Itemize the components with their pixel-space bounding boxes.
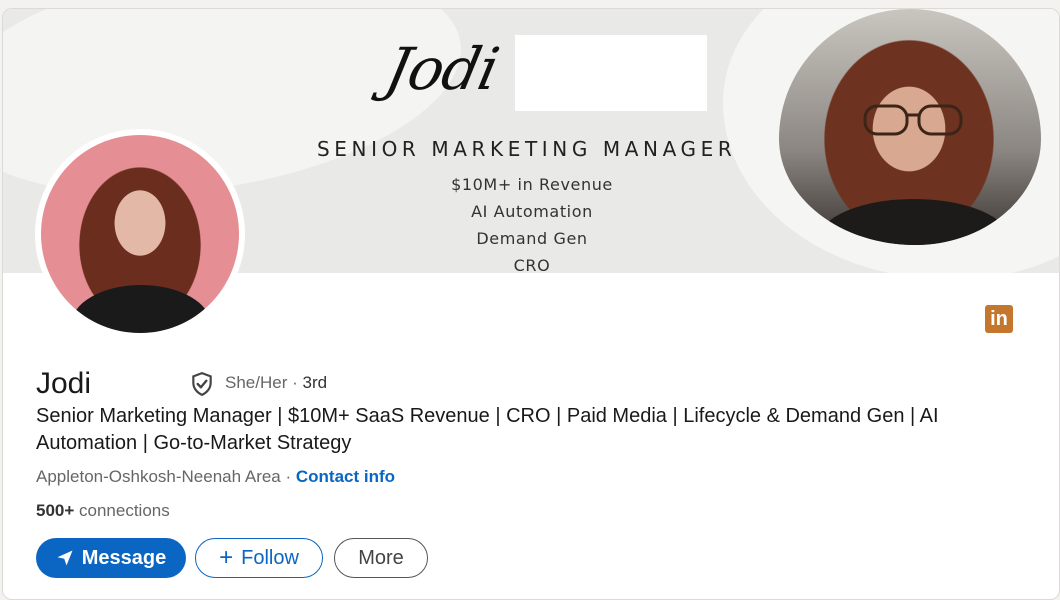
message-button[interactable]: Message [36, 538, 186, 578]
banner-line: AI Automation [471, 202, 593, 221]
message-label: Message [81, 546, 167, 569]
banner-signature: Jodi [379, 35, 505, 103]
pronouns: She/Her [225, 373, 288, 392]
send-icon [56, 549, 74, 567]
shirt-shape [71, 285, 211, 333]
linkedin-icon[interactable]: in [985, 305, 1013, 333]
connections-label: connections [74, 501, 170, 520]
more-label: More [358, 546, 404, 569]
follow-label: Follow [241, 546, 299, 569]
connection-degree: 3rd [302, 373, 328, 392]
separator: · [280, 467, 296, 486]
shirt-shape [819, 199, 1009, 245]
banner-lines: $10M+ in Revenue AI Automation Demand Ge… [433, 171, 631, 273]
redacted-area [515, 35, 707, 111]
banner-line: $10M+ in Revenue [451, 175, 613, 194]
connections-count: 500+ [36, 501, 75, 520]
more-button[interactable]: More [334, 538, 428, 578]
banner-line: CRO [513, 256, 551, 273]
banner-line: Demand Gen [476, 229, 588, 248]
profile-card: Jodi SENIOR MARKETING MANAGER $10M+ in R… [2, 8, 1060, 600]
separator: · [287, 373, 303, 392]
follow-button[interactable]: + Follow [195, 538, 323, 578]
avatar-photo [41, 135, 239, 333]
connections-line[interactable]: 500+ connections [36, 501, 170, 521]
banner-title: SENIOR MARKETING MANAGER [317, 137, 737, 161]
location-line: Appleton-Oshkosh-Neenah Area · Contact i… [36, 467, 395, 487]
pronouns-degree: She/Her · 3rd [225, 373, 327, 393]
profile-avatar[interactable] [35, 129, 245, 339]
plus-icon: + [219, 544, 234, 571]
location: Appleton-Oshkosh-Neenah Area [36, 467, 281, 486]
contact-info-link[interactable]: Contact info [296, 467, 395, 486]
glasses-shape [863, 104, 963, 136]
verified-shield-icon[interactable] [189, 371, 215, 397]
profile-headline: Senior Marketing Manager | $10M+ SaaS Re… [36, 405, 939, 454]
profile-name: Jodi [36, 367, 92, 400]
